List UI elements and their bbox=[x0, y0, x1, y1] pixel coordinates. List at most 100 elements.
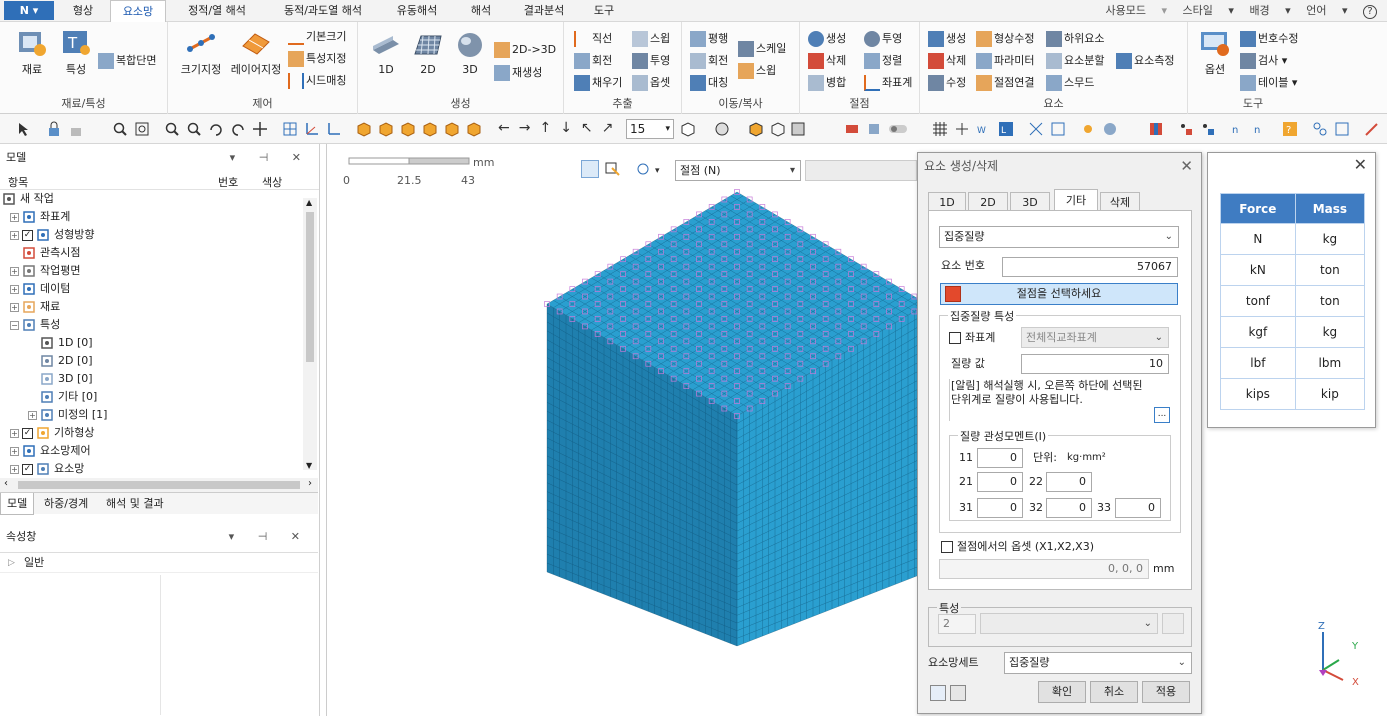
extract-fill-button[interactable]: 채우기 bbox=[574, 74, 622, 91]
tree-hscroll[interactable]: ‹ › bbox=[0, 478, 318, 492]
expand-icon[interactable]: + bbox=[10, 465, 19, 474]
tab-other[interactable]: 기타 bbox=[1054, 189, 1098, 211]
book-icon[interactable] bbox=[1148, 121, 1164, 137]
rotate-copy-button[interactable]: 회전 bbox=[690, 52, 728, 69]
light-icon[interactable] bbox=[1080, 121, 1096, 137]
default-size-button[interactable]: 기본크기 bbox=[288, 28, 346, 45]
mass-value-input[interactable]: 10 bbox=[1021, 354, 1169, 374]
arrow-buttons[interactable]: ←→↑↓↖↗ bbox=[498, 120, 622, 136]
offset-input[interactable]: 0, 0, 0 bbox=[939, 559, 1149, 579]
pick-node-button[interactable]: 절점을 선택하세요 bbox=[940, 283, 1178, 305]
tree-item[interactable]: − 특성 bbox=[0, 316, 304, 334]
tab-dynamic-analysis[interactable]: 동적/과도열 해석 bbox=[268, 0, 378, 22]
expand-icon[interactable]: + bbox=[10, 447, 19, 456]
unit-row[interactable]: tonf ton bbox=[1220, 285, 1366, 317]
tree-item[interactable]: 관측시점 bbox=[0, 244, 304, 262]
view-front-icon[interactable] bbox=[378, 121, 394, 137]
mesh-2d-button[interactable]: 2D bbox=[408, 30, 448, 76]
zoom-dynamic-icon[interactable] bbox=[186, 121, 202, 137]
translate-button[interactable]: 평행 bbox=[690, 30, 728, 47]
preview-icon[interactable] bbox=[930, 685, 946, 701]
grid-view-icon[interactable] bbox=[282, 121, 298, 137]
property-group-general[interactable]: ▷ 일반 bbox=[0, 553, 318, 573]
style-menu[interactable]: 스타일 ▾ bbox=[1183, 0, 1234, 22]
element-modify-button[interactable]: 수정 bbox=[928, 74, 966, 91]
snap-icon[interactable] bbox=[954, 121, 970, 137]
tree-item[interactable]: 기타 [0] bbox=[0, 388, 304, 406]
i31-input[interactable]: 0 bbox=[977, 498, 1023, 518]
tab-delete[interactable]: 삭제 bbox=[1100, 192, 1140, 211]
tree-item[interactable]: + ✓ 기하형상 bbox=[0, 424, 304, 442]
expand-icon[interactable]: + bbox=[10, 429, 19, 438]
measure-icon[interactable] bbox=[1334, 121, 1350, 137]
mesh-grid-icon[interactable] bbox=[932, 121, 948, 137]
snap-input[interactable] bbox=[805, 160, 917, 181]
expand-icon[interactable]: + bbox=[10, 213, 19, 222]
tree-item[interactable]: + ✓ 성형방향 bbox=[0, 226, 304, 244]
cancel-button[interactable]: 취소 bbox=[1090, 681, 1138, 703]
expand-icon[interactable]: + bbox=[10, 303, 19, 312]
property-button[interactable]: T 특성 bbox=[56, 28, 96, 77]
unlock-icon[interactable] bbox=[68, 121, 84, 137]
mesh-1d-button[interactable]: 1D bbox=[366, 30, 406, 76]
tree-item[interactable]: 1D [0] bbox=[0, 334, 304, 352]
smooth-button[interactable]: 스무드 bbox=[1046, 74, 1094, 91]
tab-mesh[interactable]: 요소망 bbox=[110, 0, 166, 22]
i21-input[interactable]: 0 bbox=[977, 472, 1023, 492]
toggle-icon[interactable] bbox=[888, 121, 908, 137]
render-mode-icon[interactable] bbox=[714, 121, 730, 137]
node-connect-button[interactable]: 절점연결 bbox=[976, 74, 1034, 91]
view-back-icon[interactable] bbox=[400, 121, 416, 137]
wireframe-icon[interactable] bbox=[770, 121, 786, 137]
tree-item[interactable]: + 요소망제어 bbox=[0, 442, 304, 460]
coord-select[interactable]: 전체직교좌표계 ⌄ bbox=[1021, 327, 1169, 348]
zoom-icon[interactable] bbox=[112, 121, 128, 137]
tab-1d[interactable]: 1D bbox=[928, 192, 966, 211]
tab-static-analysis[interactable]: 정적/열 해석 bbox=[172, 0, 262, 22]
cube-view-icon[interactable] bbox=[680, 121, 696, 137]
tree-item[interactable]: + 좌표계 bbox=[0, 208, 304, 226]
clip-icon[interactable] bbox=[1050, 121, 1066, 137]
close-icon[interactable]: ✕ bbox=[1354, 155, 1367, 174]
i11-input[interactable]: 0 bbox=[977, 448, 1023, 468]
rotate-view-2-icon[interactable] bbox=[230, 121, 246, 137]
tab-flow-analysis[interactable]: 유동해석 bbox=[384, 0, 450, 22]
unit-row[interactable]: lbf lbm bbox=[1220, 347, 1366, 379]
tree-item[interactable]: + 데이텀 bbox=[0, 280, 304, 298]
tab-analysis[interactable]: 해석 bbox=[456, 0, 506, 22]
expand-icon[interactable]: + bbox=[10, 285, 19, 294]
snap-type-icon[interactable]: ▾ bbox=[635, 160, 665, 178]
layer-control-button[interactable]: 레이어지정 bbox=[228, 28, 284, 77]
panel-controls[interactable]: ▾ ⊣ ✕ bbox=[229, 524, 310, 550]
query-icon[interactable]: ? bbox=[1282, 121, 1298, 137]
mirror-button[interactable]: 대칭 bbox=[690, 74, 728, 91]
tree-item[interactable]: + 작업평면 bbox=[0, 262, 304, 280]
link-icon[interactable] bbox=[1312, 121, 1328, 137]
element-create-button[interactable]: 생성 bbox=[928, 30, 966, 47]
unit-row[interactable]: kN ton bbox=[1220, 254, 1366, 286]
expand-icon[interactable]: + bbox=[10, 231, 19, 240]
snap-select[interactable]: 절점 (N) ▾ bbox=[675, 160, 801, 181]
label-n2-icon[interactable]: n bbox=[1252, 121, 1268, 137]
regenerate-button[interactable]: 재생성 bbox=[494, 64, 542, 81]
zoom-window-icon[interactable] bbox=[164, 121, 180, 137]
tree-item[interactable]: 3D [0] bbox=[0, 370, 304, 388]
ucs-icon[interactable]: L bbox=[998, 121, 1014, 137]
property-number-input[interactable]: 2 bbox=[938, 614, 976, 634]
tree-item[interactable]: 2D [0] bbox=[0, 352, 304, 370]
tree-item[interactable]: 새 작업 bbox=[0, 190, 304, 208]
material-button[interactable]: 재료 bbox=[12, 28, 52, 77]
element-measure-button[interactable]: 요소측정 bbox=[1116, 52, 1174, 69]
rotate-step-select[interactable]: 15 ▾ bbox=[626, 119, 674, 139]
view-right-icon[interactable] bbox=[444, 121, 460, 137]
tree-vscroll[interactable]: ▲ ▼ bbox=[303, 198, 317, 470]
more-button[interactable]: ... bbox=[1154, 407, 1170, 423]
element-split-button[interactable]: 요소분할 bbox=[1046, 52, 1104, 69]
work-plane-icon[interactable]: W bbox=[976, 121, 992, 137]
eraser-icon[interactable] bbox=[950, 685, 966, 701]
composite-section-button[interactable]: 복합단면 bbox=[98, 52, 156, 69]
extract-sweep-button[interactable]: 스윕 bbox=[632, 30, 670, 47]
tab-analysis-results[interactable]: 해석 및 결과 bbox=[100, 493, 170, 515]
expand-icon[interactable]: + bbox=[28, 411, 37, 420]
unit-row[interactable]: kips kip bbox=[1220, 378, 1366, 410]
